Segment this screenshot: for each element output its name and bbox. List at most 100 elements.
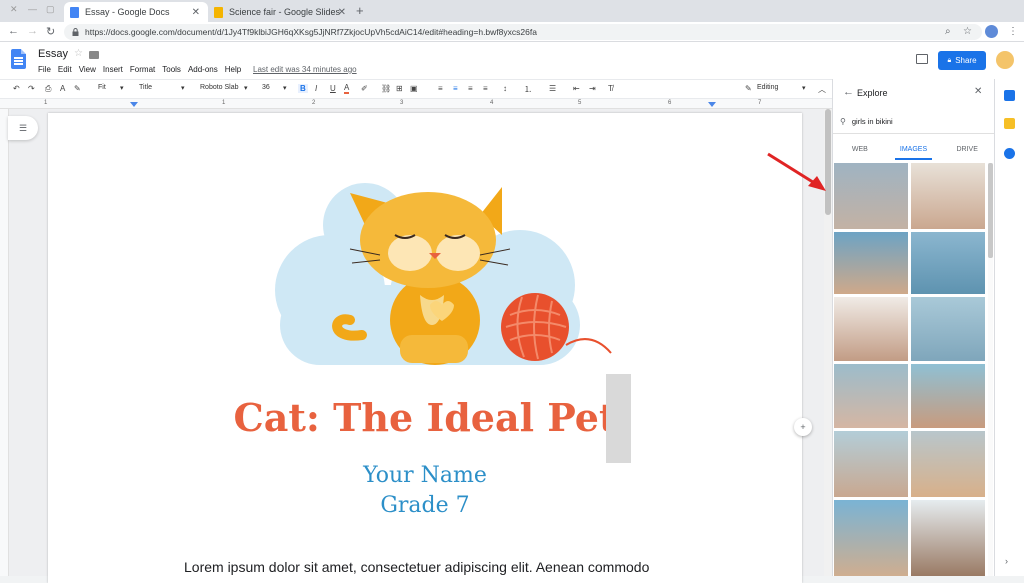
menu-format[interactable]: Format: [130, 65, 155, 74]
window-close-icon[interactable]: ✕: [10, 4, 18, 15]
print-icon[interactable]: ⎙: [45, 84, 51, 94]
last-edit-link[interactable]: Last edit was 34 minutes ago: [253, 65, 357, 74]
italic-icon[interactable]: I: [315, 84, 317, 93]
author-name[interactable]: Your Name: [48, 463, 802, 488]
numbered-list-icon[interactable]: ⒈: [524, 84, 532, 95]
explore-scrollbar[interactable]: [988, 163, 993, 576]
chevron-down-icon: ▾: [244, 85, 248, 92]
back-arrow-icon[interactable]: ←: [8, 25, 19, 37]
insert-comment-icon[interactable]: ⊞: [396, 84, 403, 93]
bold-icon[interactable]: B: [298, 84, 308, 93]
folder-icon[interactable]: [89, 51, 99, 59]
address-bar[interactable]: https://docs.google.com/document/d/1Jy4T…: [64, 24, 982, 40]
tab-images[interactable]: IMAGES: [887, 138, 941, 160]
image-result[interactable]: [834, 232, 908, 294]
menu-help[interactable]: Help: [225, 65, 241, 74]
reload-icon[interactable]: ↻: [46, 25, 55, 38]
font-select[interactable]: Roboto Slab: [200, 84, 239, 91]
align-center-icon[interactable]: ≡: [453, 84, 458, 93]
explore-tabs: WEB IMAGES DRIVE: [833, 138, 994, 160]
menu-view[interactable]: View: [79, 65, 96, 74]
menu-file[interactable]: File: [38, 65, 51, 74]
more-vert-icon[interactable]: ⋮: [1008, 26, 1018, 37]
undo-icon[interactable]: ↶: [13, 84, 20, 93]
tab-web[interactable]: WEB: [833, 138, 887, 160]
image-result[interactable]: [834, 297, 908, 361]
font-size-select[interactable]: 36: [262, 84, 270, 91]
image-result[interactable]: [911, 163, 985, 229]
grade-line[interactable]: Grade 7: [48, 493, 802, 518]
image-result[interactable]: [834, 364, 908, 428]
close-tab-icon[interactable]: ✕: [338, 7, 346, 18]
align-left-icon[interactable]: ≡: [438, 84, 443, 93]
menu-addons[interactable]: Add-ons: [188, 65, 218, 74]
bookmark-star-icon[interactable]: ☆: [963, 26, 972, 37]
explore-search-input[interactable]: ⚲ girls in bikini: [833, 110, 994, 134]
browser-profile-avatar[interactable]: [985, 25, 998, 38]
ruler-number: 1: [44, 100, 48, 106]
editing-mode-select[interactable]: Editing: [757, 84, 778, 91]
body-paragraph[interactable]: Lorem ipsum dolor sit amet, consectetuer…: [184, 559, 649, 575]
highlight-icon[interactable]: ✐: [361, 84, 368, 93]
tab-drive[interactable]: DRIVE: [940, 138, 994, 160]
image-result[interactable]: [911, 297, 985, 361]
chevron-right-icon[interactable]: ›: [1005, 556, 1008, 566]
menu-tools[interactable]: Tools: [162, 65, 181, 74]
zoom-select[interactable]: Fit: [98, 84, 106, 91]
calendar-icon[interactable]: [1004, 90, 1015, 101]
star-icon[interactable]: ☆: [74, 48, 83, 59]
image-result[interactable]: [911, 364, 985, 428]
image-result[interactable]: [911, 232, 985, 294]
link-icon[interactable]: ⛓: [381, 84, 391, 93]
window-maximize-icon[interactable]: ▢: [46, 4, 55, 15]
document-title-heading[interactable]: Cat: The Ideal Pet: [48, 395, 802, 440]
document-outline-icon[interactable]: ☰: [8, 116, 38, 140]
paint-format-icon[interactable]: ✎: [74, 84, 81, 93]
decrease-indent-icon[interactable]: ⇤: [573, 84, 580, 93]
back-arrow-icon[interactable]: ←: [843, 86, 854, 98]
line-spacing-icon[interactable]: ↕: [503, 84, 507, 93]
zoom-icon[interactable]: ⌕: [945, 26, 951, 37]
comment-history-icon[interactable]: [916, 54, 928, 64]
lock-icon: 🔒︎: [947, 56, 952, 64]
right-indent-marker[interactable]: [708, 102, 716, 107]
increase-indent-icon[interactable]: ⇥: [589, 84, 596, 93]
image-result[interactable]: [911, 500, 985, 576]
style-select[interactable]: Title: [139, 84, 152, 91]
image-result[interactable]: [834, 500, 908, 576]
collapse-toolbar-icon[interactable]: ︿: [818, 84, 826, 95]
tab-science-fair[interactable]: Science fair - Google Slides ✕: [208, 2, 354, 22]
menu-edit[interactable]: Edit: [58, 65, 72, 74]
left-indent-marker[interactable]: [130, 102, 138, 107]
document-title[interactable]: Essay: [38, 48, 68, 60]
close-tab-icon[interactable]: ✕: [192, 7, 200, 18]
window-minimize-icon[interactable]: —: [28, 4, 37, 14]
text-color-icon[interactable]: A: [344, 84, 350, 94]
new-tab-icon[interactable]: +: [356, 3, 364, 18]
underline-icon[interactable]: U: [330, 84, 336, 93]
image-result[interactable]: [834, 163, 908, 229]
docs-logo-icon[interactable]: [11, 49, 26, 69]
share-button[interactable]: 🔒︎ Share: [938, 51, 986, 70]
browser-address-row: ← → ↻ https://docs.google.com/document/d…: [0, 22, 1024, 42]
add-comment-icon[interactable]: +: [794, 418, 812, 436]
bulleted-list-icon[interactable]: ☰: [549, 84, 556, 93]
tab-essay[interactable]: Essay - Google Docs ✕: [64, 2, 208, 22]
align-right-icon[interactable]: ≡: [468, 84, 473, 93]
menu-insert[interactable]: Insert: [103, 65, 123, 74]
redo-icon[interactable]: ↷: [28, 84, 35, 93]
insert-image-icon[interactable]: ▣: [410, 84, 418, 93]
image-result[interactable]: [911, 431, 985, 497]
image-result[interactable]: [834, 431, 908, 497]
explore-title: Explore: [857, 88, 888, 98]
clear-formatting-icon[interactable]: T̸: [608, 84, 613, 93]
forward-arrow-icon[interactable]: →: [27, 25, 38, 37]
lock-icon: [72, 28, 79, 36]
keep-icon[interactable]: [1004, 118, 1015, 129]
spellcheck-icon[interactable]: A: [60, 84, 65, 93]
close-icon[interactable]: ✕: [974, 86, 982, 97]
tasks-icon[interactable]: [1004, 148, 1015, 159]
account-avatar[interactable]: [996, 51, 1014, 69]
align-justify-icon[interactable]: ≡: [483, 84, 488, 93]
ruler-number: 4: [490, 100, 494, 106]
